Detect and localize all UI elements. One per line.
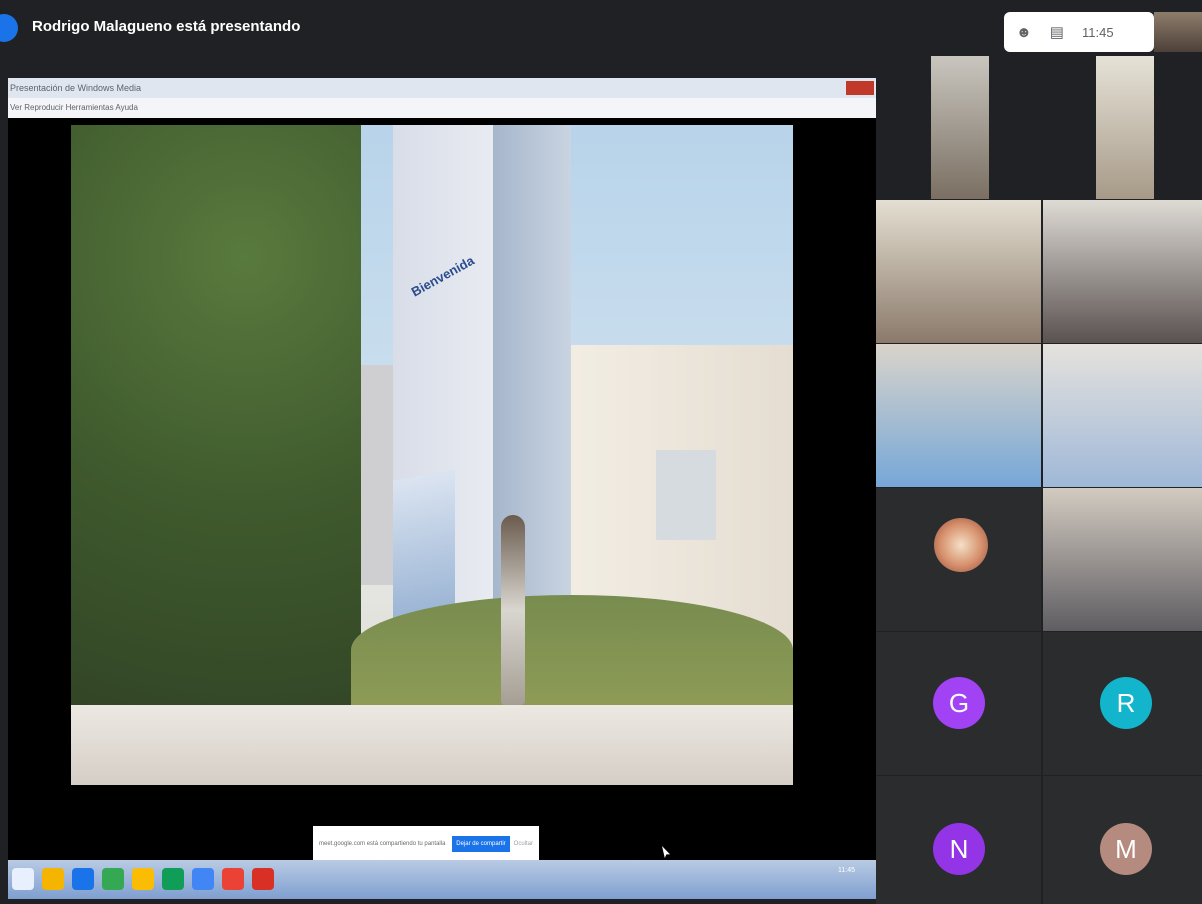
- meeting-time: 11:45: [1081, 24, 1114, 40]
- window-title: Presentación de Windows Media: [8, 78, 876, 98]
- participant-video-2[interactable]: [1096, 56, 1154, 199]
- presenter-avatar: [0, 14, 18, 42]
- window-close-button[interactable]: [846, 81, 874, 95]
- participant-photo-avatar: [934, 518, 988, 572]
- folder-icon[interactable]: [132, 868, 154, 890]
- participant-video-5[interactable]: [876, 344, 1041, 487]
- start-icon[interactable]: [12, 868, 34, 890]
- presentation-status: Rodrigo Malagueno está presentando: [32, 18, 301, 35]
- chat-icon[interactable]: ▤: [1050, 23, 1064, 41]
- hide-toast-button[interactable]: Ocultar: [514, 841, 533, 847]
- participant-avatar-m: M: [1100, 823, 1152, 875]
- participant-video-4[interactable]: [1043, 200, 1202, 343]
- windows-taskbar: 11:45: [8, 860, 876, 899]
- chrome-icon[interactable]: [102, 868, 124, 890]
- building-window: [656, 450, 716, 540]
- participant-video-1[interactable]: [931, 56, 989, 199]
- participant-video-7[interactable]: [1043, 488, 1202, 631]
- participant-avatar-n: N: [933, 823, 985, 875]
- participant-avatar-g: G: [933, 677, 985, 729]
- explorer-icon[interactable]: [42, 868, 64, 890]
- architecture-rendering: Bienvenida: [71, 125, 793, 785]
- powerpoint-icon[interactable]: [222, 868, 244, 890]
- stop-sharing-button[interactable]: Dejar de compartir: [452, 836, 510, 852]
- word-icon[interactable]: [192, 868, 214, 890]
- pdf-icon[interactable]: [252, 868, 274, 890]
- participant-video-6[interactable]: [1043, 344, 1202, 487]
- share-message: meet.google.com está compartiendo tu pan…: [319, 841, 446, 847]
- people-icon[interactable]: ☻: [1016, 24, 1032, 41]
- screen-share-toast: meet.google.com está compartiendo tu pan…: [313, 826, 539, 862]
- window-menu: Ver Reproducir Herramientas Ayuda: [8, 98, 876, 118]
- excel-icon[interactable]: [162, 868, 184, 890]
- screen-share-window: Presentación de Windows Media Ver Reprod…: [8, 78, 876, 899]
- person-figure: [501, 515, 525, 705]
- ground: [71, 705, 793, 785]
- shrubs: [351, 595, 793, 705]
- taskbar-clock: 11:45: [838, 867, 855, 874]
- meeting-controls: ☻ ▤ 11:45: [1004, 12, 1154, 52]
- participant-avatar-r: R: [1100, 677, 1152, 729]
- media-icon[interactable]: [72, 868, 94, 890]
- participant-video-3[interactable]: [876, 200, 1041, 343]
- self-preview-tile[interactable]: [1154, 12, 1202, 52]
- tree-area: [71, 125, 361, 785]
